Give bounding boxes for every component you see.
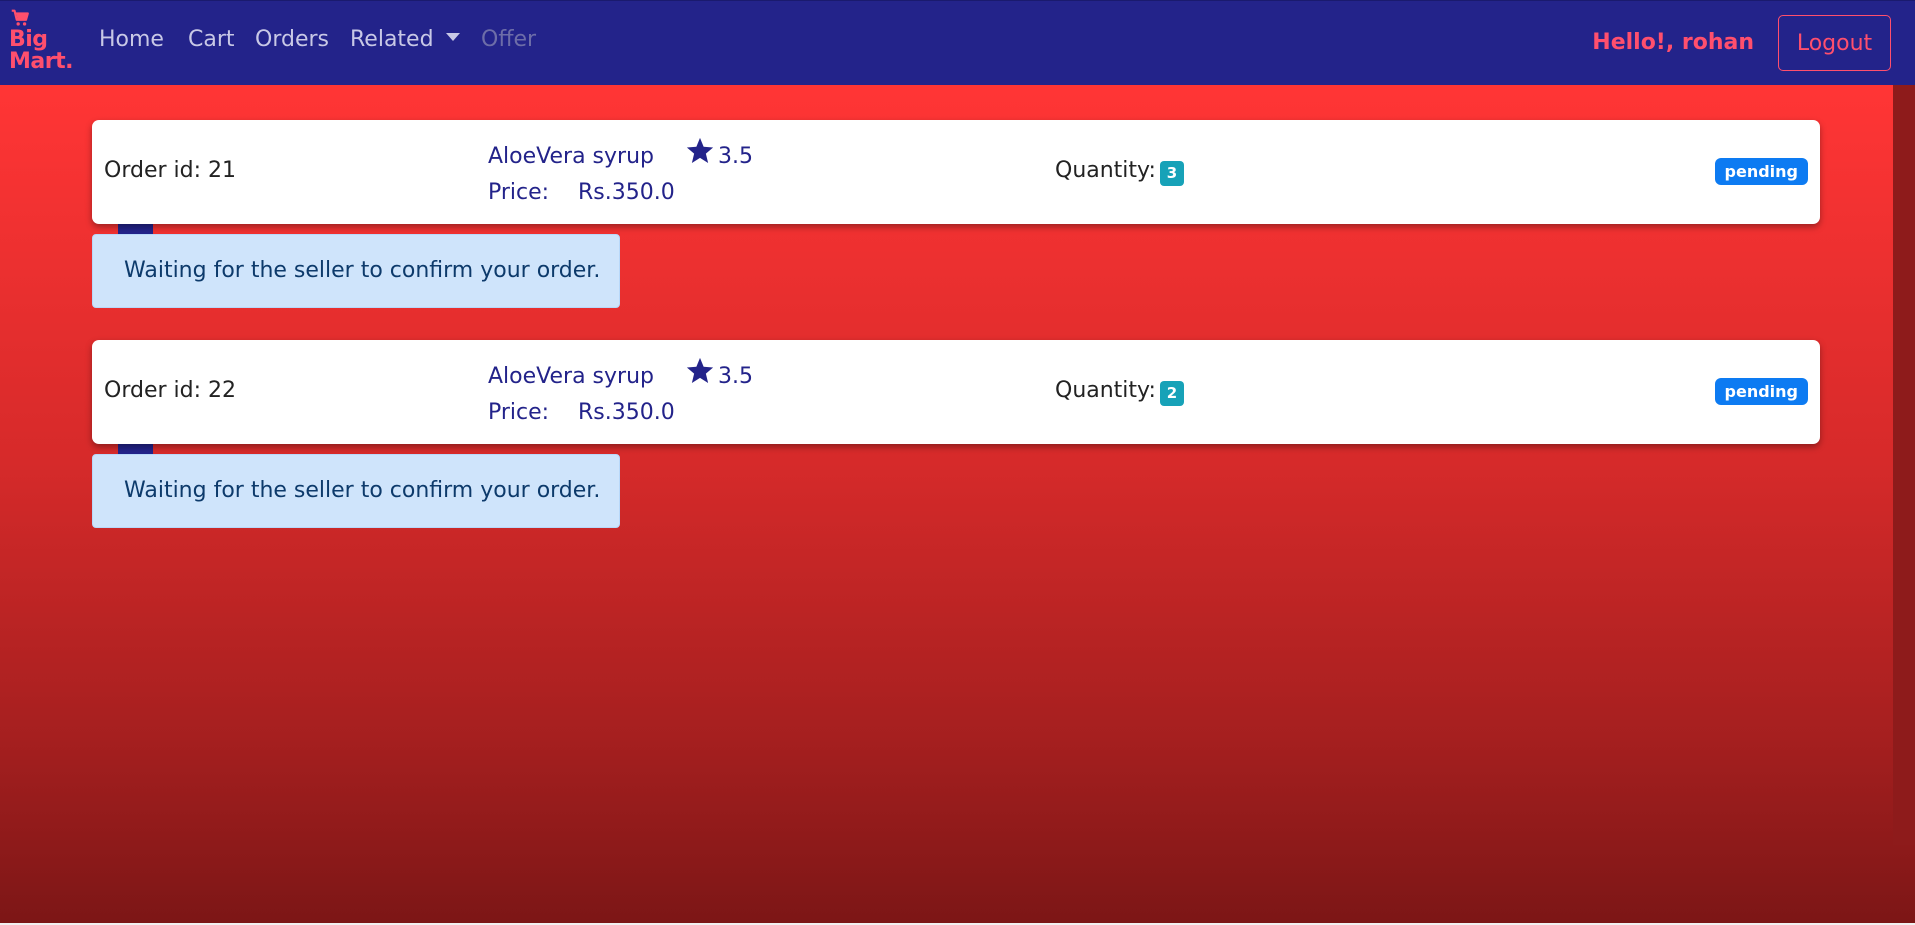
order-status-alert: Waiting for the seller to confirm your o… — [92, 454, 620, 528]
quantity-badge: 2 — [1160, 381, 1184, 406]
caret-down-icon — [445, 33, 460, 41]
nav-link-orders[interactable]: Orders — [255, 27, 329, 52]
price-label: Price: — [488, 400, 550, 425]
nav-link-cart[interactable]: Cart — [188, 27, 235, 52]
scrollbar-track[interactable] — [1893, 85, 1915, 845]
quantity-label: Quantity: — [1055, 158, 1156, 183]
order-id: Order id: 22 — [104, 378, 236, 403]
logout-button[interactable]: Logout — [1778, 15, 1891, 71]
product-name[interactable]: AloeVera syrup — [488, 144, 654, 169]
nav-dropdown-related-label: Related — [350, 27, 434, 52]
product-rating: 3.5 — [718, 364, 753, 389]
nav-link-home[interactable]: Home — [99, 27, 164, 52]
status-badge: pending — [1714, 378, 1808, 405]
product-rating: 3.5 — [718, 144, 753, 169]
nav-link-offer: Offer — [481, 27, 537, 52]
brand-name-line2: Mart. — [9, 49, 73, 74]
star-icon — [686, 357, 714, 383]
brand-name-line1: Big — [9, 27, 48, 52]
order-card: Order id: 21 AloeVera syrup 3.5 Price: R… — [92, 120, 1820, 224]
price-label: Price: — [488, 180, 550, 205]
order-status-alert: Waiting for the seller to confirm your o… — [92, 234, 620, 308]
order-accent-bar — [118, 444, 153, 454]
order-card: Order id: 22 AloeVera syrup 3.5 Price: R… — [92, 340, 1820, 444]
navbar: Big Mart. Home Cart Orders Related Offer… — [0, 0, 1915, 85]
price-value: Rs.350.0 — [578, 400, 675, 425]
brand-logo[interactable]: Big Mart. — [9, 7, 73, 73]
star-icon — [686, 137, 714, 163]
order-accent-bar — [118, 224, 153, 234]
price-value: Rs.350.0 — [578, 180, 675, 205]
user-greeting: Hello!, rohan — [1592, 30, 1754, 55]
status-badge: pending — [1714, 158, 1808, 185]
product-name[interactable]: AloeVera syrup — [488, 364, 654, 389]
quantity-label: Quantity: — [1055, 378, 1156, 403]
cart-icon — [11, 9, 29, 26]
order-id: Order id: 21 — [104, 158, 236, 183]
nav-dropdown-related[interactable]: Related — [350, 27, 460, 52]
quantity-badge: 3 — [1160, 161, 1184, 186]
